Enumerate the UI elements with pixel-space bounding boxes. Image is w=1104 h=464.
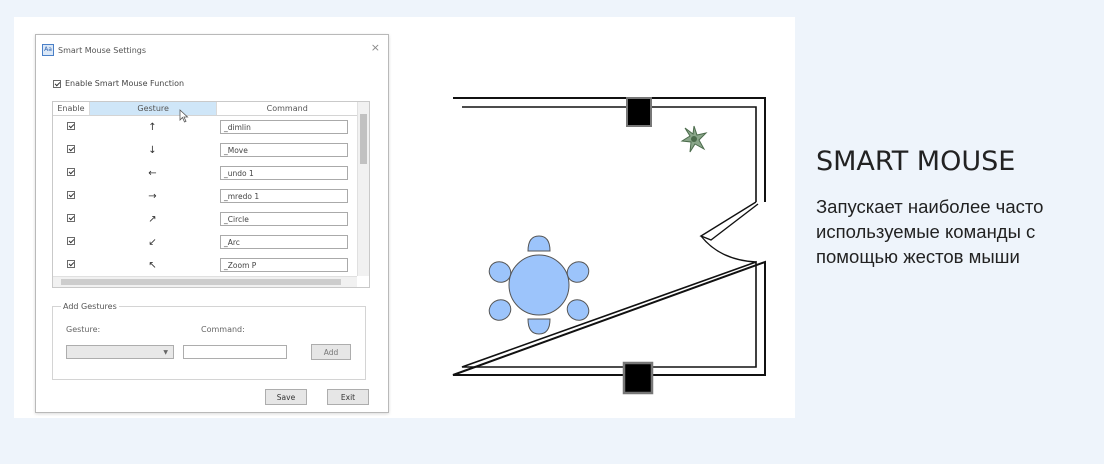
table-row: → _mredo 1 [53, 185, 357, 207]
command-label: Command: [201, 325, 245, 334]
scroll-thumb[interactable] [360, 114, 367, 164]
gesture-left-icon: ← [148, 167, 157, 179]
command-input[interactable] [183, 345, 287, 359]
row-enable-checkbox[interactable] [67, 145, 75, 153]
table-row: ↖ _Zoom P [53, 254, 357, 276]
command-field[interactable]: _Circle [220, 212, 348, 226]
command-field[interactable]: _dimlin [220, 120, 348, 134]
dialog-title-bar: Aa Smart Mouse Settings [42, 43, 146, 57]
gesture-down-icon: ↓ [148, 144, 157, 156]
table-row: ↙ _Arc [53, 231, 357, 253]
smart-mouse-settings-dialog: Aa Smart Mouse Settings × Enable Smart M… [35, 34, 389, 413]
table-row: ← _undo 1 [53, 162, 357, 184]
enable-smart-mouse-row[interactable]: Enable Smart Mouse Function [53, 79, 184, 88]
column-header-gesture[interactable]: Gesture [89, 102, 218, 115]
command-field[interactable]: _mredo 1 [220, 189, 348, 203]
exit-button[interactable]: Exit [327, 389, 369, 405]
gesture-label: Gesture: [66, 325, 101, 334]
mouse-cursor-icon [179, 109, 189, 123]
chevron-down-icon: ▼ [163, 349, 168, 356]
save-button[interactable]: Save [265, 389, 307, 405]
row-enable-checkbox[interactable] [67, 237, 75, 245]
close-icon[interactable]: × [371, 41, 380, 54]
dining-table-icon [488, 235, 590, 335]
row-enable-checkbox[interactable] [67, 168, 75, 176]
scroll-thumb[interactable] [61, 279, 341, 285]
app-icon: Aa [42, 44, 54, 56]
command-field[interactable]: _Zoom P [220, 258, 348, 272]
horizontal-scrollbar[interactable] [53, 276, 357, 287]
feature-description: Запускает наиболее часто используемые ко… [816, 196, 1044, 267]
table-header: Enable Gesture Command [53, 102, 357, 116]
column-header-command[interactable]: Command [217, 102, 357, 115]
gesture-up-right-icon: ↗ [148, 213, 157, 225]
add-button[interactable]: Add [311, 344, 351, 360]
command-field[interactable]: _undo 1 [220, 166, 348, 180]
table-row: ↓ _Move [53, 139, 357, 161]
command-field[interactable]: _Move [220, 143, 348, 157]
gesture-down-left-icon: ↙ [148, 236, 157, 248]
table-row: ↑ _dimlin [53, 116, 357, 138]
column-block [626, 97, 652, 127]
column-block [622, 361, 654, 395]
gesture-up-left-icon: ↖ [148, 259, 157, 271]
dialog-title: Smart Mouse Settings [58, 45, 147, 55]
enable-smart-mouse-checkbox[interactable] [53, 79, 61, 88]
add-gestures-group: Add Gestures Gesture: Command: ▼ Add [52, 302, 366, 380]
row-enable-checkbox[interactable] [67, 214, 75, 222]
enable-smart-mouse-label: Enable Smart Mouse Function [65, 79, 185, 88]
gesture-right-icon: → [148, 190, 157, 202]
row-enable-checkbox[interactable] [67, 122, 75, 130]
feature-title: SMART MOUSE [816, 146, 1016, 177]
floor-plan-illustration [452, 97, 766, 395]
gesture-table: Enable Gesture Command ↑ _dimlin ↓ _Move… [52, 101, 370, 288]
vertical-scrollbar[interactable] [357, 102, 369, 276]
table-row: ↗ _Circle [53, 208, 357, 230]
column-header-enable[interactable]: Enable [53, 102, 90, 115]
plant-icon [680, 125, 708, 153]
row-enable-checkbox[interactable] [67, 260, 75, 268]
add-gestures-title: Add Gestures [61, 302, 119, 311]
command-field[interactable]: _Arc [220, 235, 348, 249]
row-enable-checkbox[interactable] [67, 191, 75, 199]
gesture-up-icon: ↑ [148, 121, 157, 133]
gesture-dropdown[interactable]: ▼ [66, 345, 174, 359]
